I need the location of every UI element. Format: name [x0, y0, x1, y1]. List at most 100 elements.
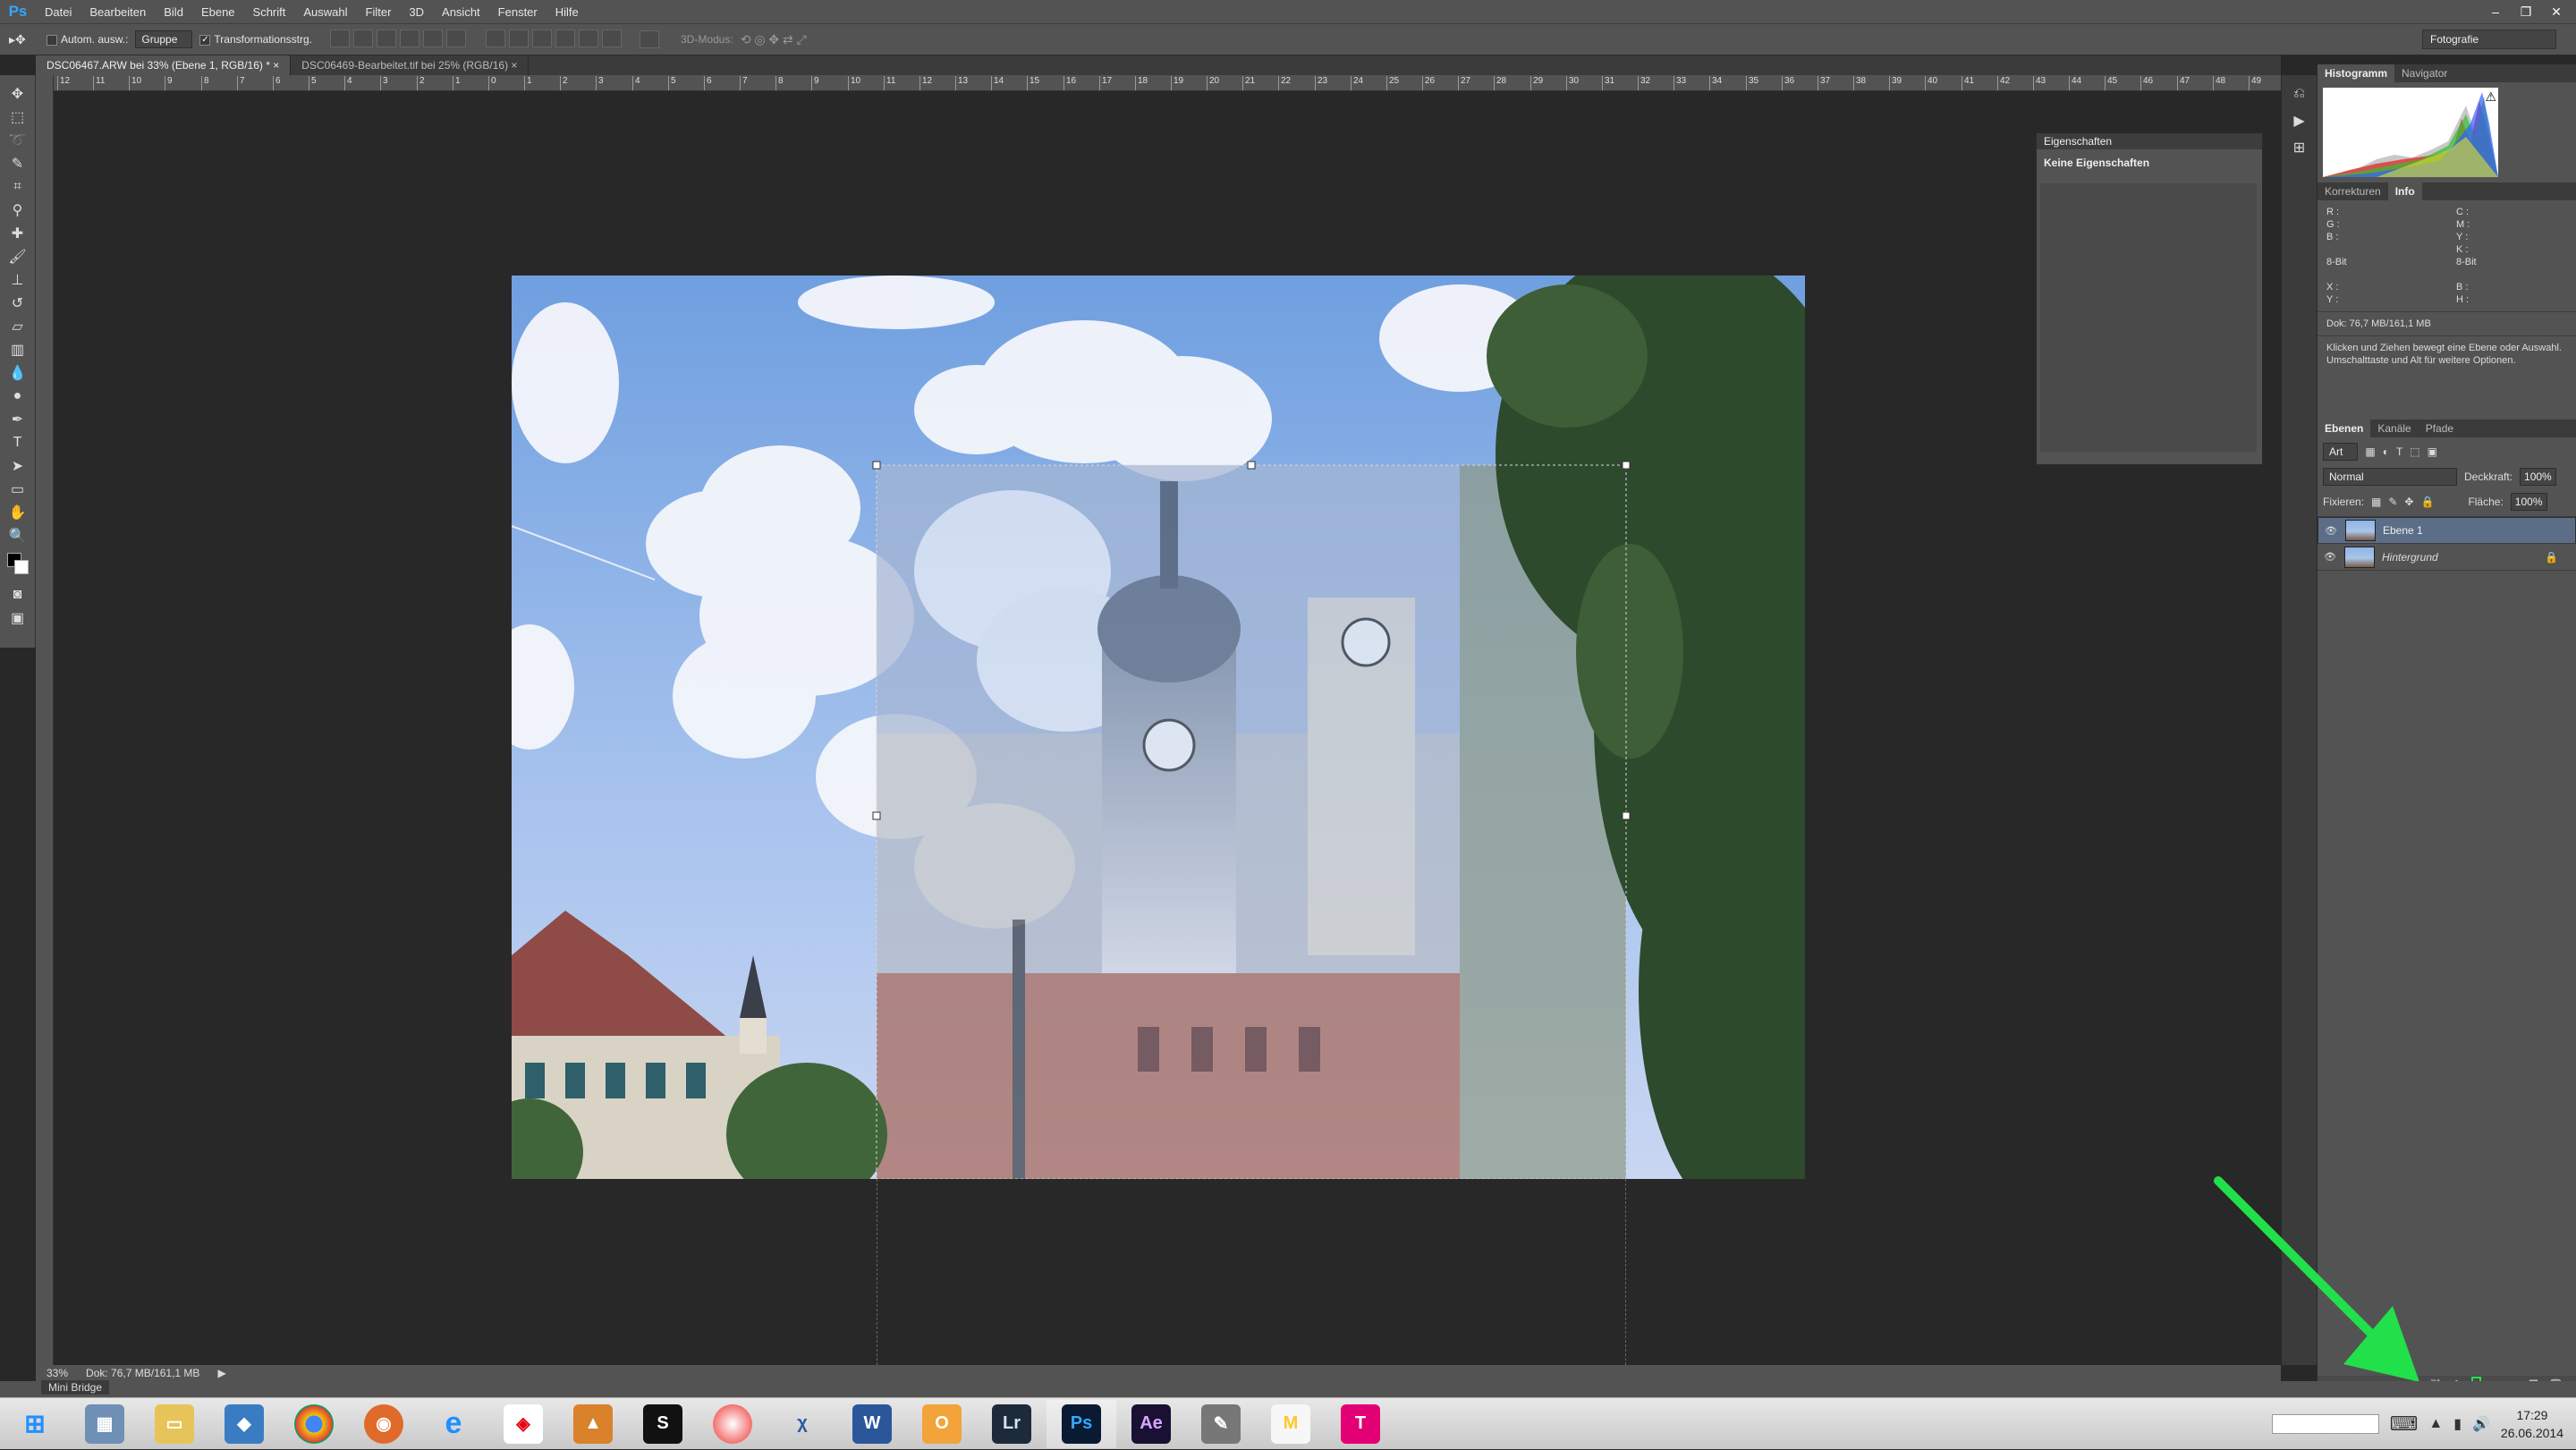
move-tool-icon[interactable]: ✥ [5, 82, 30, 106]
quick-select-tool-icon[interactable]: ✎ [5, 152, 30, 175]
word-icon[interactable]: W [837, 1400, 907, 1448]
layer-name[interactable]: Hintergrund [2382, 551, 2538, 564]
tray-expand-icon[interactable]: ▲ [2428, 1416, 2443, 1432]
mcdonalds-icon[interactable]: M [1256, 1400, 1326, 1448]
filter-adjust-icon[interactable]: ◐ [2383, 445, 2389, 458]
layer-name[interactable]: Ebene 1 [2383, 524, 2423, 537]
start-button-icon[interactable]: ⊞ [0, 1400, 70, 1448]
blur-tool-icon[interactable]: 💧 [5, 361, 30, 385]
slide-3d-icon[interactable]: ⇄ [783, 32, 793, 47]
vertical-ruler[interactable] [36, 75, 54, 1365]
internet-explorer-icon[interactable]: e [419, 1400, 488, 1448]
lock-transparent-icon[interactable]: ▦ [2371, 496, 2381, 508]
tool-presets-icon[interactable]: ⊞ [2287, 136, 2312, 159]
mini-bridge-tab[interactable]: Mini Bridge [41, 1380, 110, 1395]
filter-pixel-icon[interactable]: ▦ [2365, 445, 2375, 458]
menu-schrift[interactable]: Schrift [244, 5, 295, 19]
hand-tool-icon[interactable]: ✋ [5, 501, 30, 524]
menu-bild[interactable]: Bild [155, 5, 192, 19]
doc-tab-active[interactable]: DSC06467.ARW bei 33% (Ebene 1, RGB/16) *… [36, 55, 292, 75]
history-brush-tool-icon[interactable]: ↺ [5, 292, 30, 315]
opacity-input[interactable]: 100% [2520, 468, 2556, 486]
visibility-eye-icon[interactable]: 👁 [2324, 525, 2338, 537]
auto-select-checkbox[interactable]: Autom. ausw.: [47, 33, 128, 46]
sparkasse-icon[interactable]: ◈ [488, 1400, 558, 1448]
type-tool-icon[interactable]: T [5, 431, 30, 454]
lock-pixels-icon[interactable]: ✎ [2388, 496, 2397, 508]
distribute-vcenter-button[interactable] [509, 29, 529, 47]
brush-tool-icon[interactable]: 🖌 [5, 245, 30, 268]
align-right-button[interactable] [446, 29, 466, 47]
move-tool-preset-icon[interactable]: ▸✥ [9, 32, 39, 47]
blend-mode-dropdown[interactable]: Normal [2323, 468, 2457, 486]
scale-3d-icon[interactable]: ⤢ [797, 32, 807, 47]
lock-all-icon[interactable]: 🔒 [2420, 496, 2434, 508]
align-bottom-button[interactable] [377, 29, 396, 47]
lightroom-icon[interactable]: Lr [977, 1400, 1046, 1448]
close-tab-icon[interactable]: × [273, 59, 279, 72]
lasso-tool-icon[interactable]: ➰ [5, 129, 30, 152]
menu-ebene[interactable]: Ebene [192, 5, 244, 19]
history-icon[interactable]: ⎌ [2287, 82, 2312, 106]
clock[interactable]: 17:29 26.06.2014 [2501, 1406, 2563, 1442]
restore-button[interactable]: ❐ [2513, 3, 2538, 21]
gradient-tool-icon[interactable]: ▥ [5, 338, 30, 361]
pan-3d-icon[interactable]: ✥ [768, 32, 779, 47]
after-effects-icon[interactable]: Ae [1116, 1400, 1186, 1448]
app-blue-icon[interactable]: ◆ [209, 1400, 279, 1448]
telekom-icon[interactable]: T [1326, 1400, 1395, 1448]
horizontal-ruler[interactable]: 12 11 10 9 8 7 6 5 4 3 2 1 0 1 2 3 4 5 6 7 8 9 10 11 12 13 14 15 16 1… [54, 75, 2281, 91]
layer-row-hintergrund[interactable]: 👁 Hintergrund 🔒 [2318, 544, 2576, 571]
network-icon[interactable]: ▮ [2453, 1415, 2462, 1433]
align-left-button[interactable] [400, 29, 419, 47]
menu-ansicht[interactable]: Ansicht [433, 5, 489, 19]
menu-fenster[interactable]: Fenster [489, 5, 547, 19]
color-swatches[interactable] [5, 547, 30, 583]
quick-mask-icon[interactable]: ◙ [5, 583, 30, 606]
tab-info[interactable]: Info [2387, 182, 2422, 200]
tray-search-box[interactable] [2271, 1414, 2379, 1434]
menu-filter[interactable]: Filter [357, 5, 401, 19]
fill-input[interactable]: 100% [2510, 493, 2547, 511]
tab-ebenen[interactable]: Ebenen [2318, 420, 2371, 437]
rectangle-tool-icon[interactable]: ▭ [5, 478, 30, 501]
visibility-eye-icon[interactable]: 👁 [2323, 551, 2337, 563]
crop-tool-icon[interactable]: ⌗ [5, 175, 30, 199]
media-player-icon[interactable]: ◉ [349, 1400, 419, 1448]
close-button[interactable]: ✕ [2544, 3, 2569, 21]
distribute-left-button[interactable] [555, 29, 575, 47]
distribute-hcenter-button[interactable] [579, 29, 598, 47]
document-image[interactable] [512, 276, 1805, 1179]
lock-position-icon[interactable]: ✥ [2404, 496, 2413, 508]
filter-smart-icon[interactable]: ▣ [2428, 445, 2437, 458]
menu-bearbeiten[interactable]: Bearbeiten [80, 5, 155, 19]
tab-navigator[interactable]: Navigator [2394, 64, 2454, 82]
zoom-level[interactable]: 33% [47, 1367, 68, 1379]
roll-3d-icon[interactable]: ◎ [754, 32, 765, 47]
distribute-bottom-button[interactable] [532, 29, 552, 47]
healing-brush-tool-icon[interactable]: ✚ [5, 222, 30, 245]
calculator-icon[interactable]: ▦ [70, 1400, 140, 1448]
tab-kanaele[interactable]: Kanäle [2370, 420, 2418, 437]
filter-shape-icon[interactable]: ⬚ [2410, 445, 2419, 458]
marquee-tool-icon[interactable]: ⬚ [5, 106, 30, 129]
app-s-icon[interactable]: S [628, 1400, 698, 1448]
eyedropper-tool-icon[interactable]: ⚲ [5, 199, 30, 222]
keyboard-icon[interactable]: ⌨ [2390, 1412, 2419, 1436]
layer-kind-filter[interactable]: Art [2323, 443, 2359, 461]
photoshop-taskbar-icon[interactable]: Ps [1046, 1399, 1116, 1448]
filter-type-icon[interactable]: T [2396, 445, 2402, 458]
background-color[interactable] [13, 560, 29, 574]
align-hcenter-button[interactable] [423, 29, 443, 47]
align-vcenter-button[interactable] [353, 29, 373, 47]
volume-icon[interactable]: 🔊 [2472, 1415, 2490, 1433]
align-top-button[interactable] [330, 29, 350, 47]
tab-histogram[interactable]: Histogramm [2318, 64, 2395, 82]
auto-select-dropdown[interactable]: Gruppe [135, 30, 193, 48]
app-xp-icon[interactable]: χ [767, 1400, 837, 1448]
pen-tool-icon[interactable]: ✒ [5, 408, 30, 431]
transform-controls-checkbox[interactable]: ✓ Transformationsstrg. [199, 33, 312, 46]
chrome-icon[interactable] [279, 1400, 349, 1448]
tab-korrekturen[interactable]: Korrekturen [2318, 182, 2388, 200]
auto-align-button[interactable] [640, 30, 659, 48]
